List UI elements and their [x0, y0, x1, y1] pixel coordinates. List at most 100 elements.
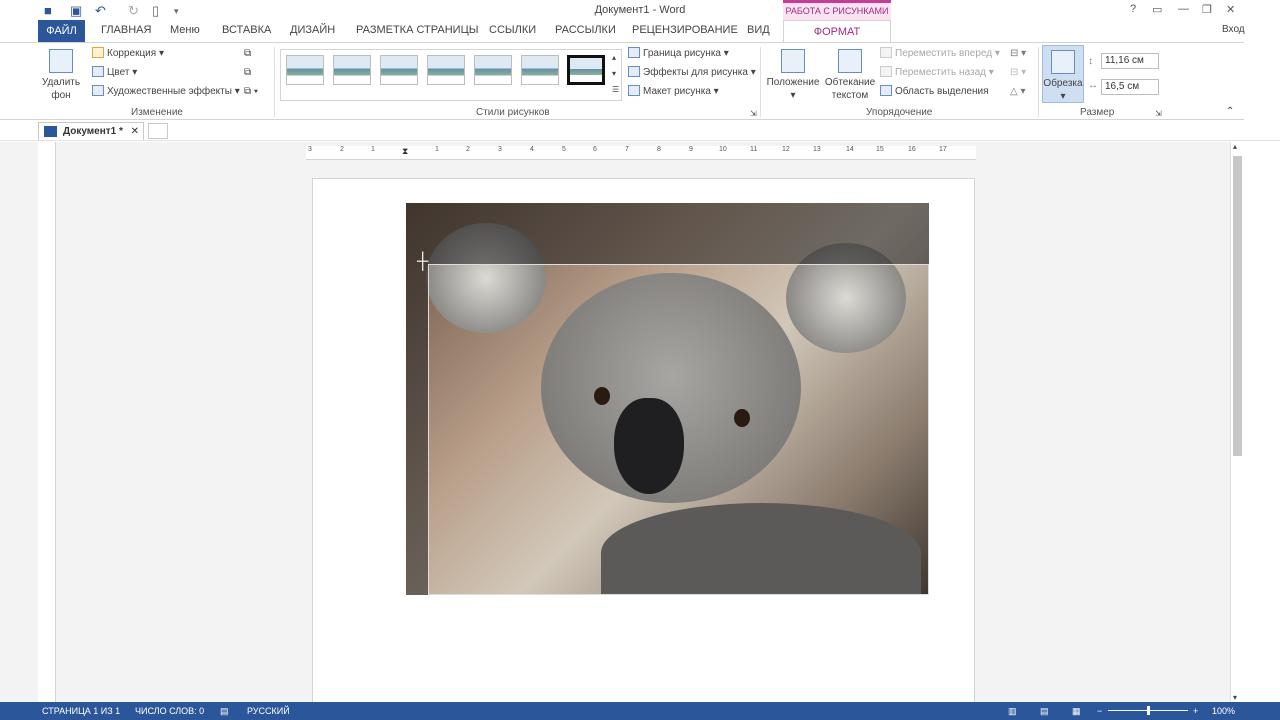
style-thumb[interactable] [286, 55, 324, 85]
tab-review[interactable]: РЕЦЕНЗИРОВАНИЕ [632, 24, 738, 36]
tab-insert[interactable]: ВСТАВКА [222, 24, 271, 36]
dialog-launcher-icon[interactable]: ⇲ [750, 107, 757, 121]
close-icon[interactable]: ✕ [1226, 3, 1235, 16]
tab-mailings[interactable]: РАССЫЛКИ [555, 24, 616, 36]
web-layout-icon[interactable]: ▦ [1072, 702, 1081, 720]
word-doc-icon [44, 126, 57, 137]
vertical-ruler [38, 142, 56, 702]
print-layout-icon[interactable]: ▤ [1040, 702, 1049, 720]
group-label-adjust: Изменение [131, 107, 183, 118]
remove-background-button[interactable]: Удалить фон [40, 49, 82, 102]
group-objects-icon[interactable]: ⊟ ▾ [1010, 66, 1026, 80]
group-divider [1038, 47, 1039, 117]
style-thumb[interactable] [427, 55, 465, 85]
vertical-scrollbar[interactable]: ▴ ▾ [1230, 142, 1244, 702]
tab-file[interactable]: ФАЙЛ [38, 20, 85, 42]
document-title: Документ1 - Word [594, 4, 686, 16]
picture-effects-button[interactable]: Эффекты для рисунка ▾ [628, 66, 756, 80]
rotate-icon[interactable]: △ ▾ [1010, 85, 1026, 99]
tab-page-layout[interactable]: РАЗМЕТКА СТРАНИЦЫ [356, 24, 478, 36]
picture-effects-icon [628, 66, 640, 77]
group-label-size: Размер [1080, 107, 1115, 118]
crop-boundary[interactable] [428, 264, 929, 595]
tab-format[interactable]: ФОРМАТ [783, 20, 891, 43]
artistic-effects-button[interactable]: Художественные эффекты ▾ [92, 85, 240, 99]
signin-link[interactable]: Вход [1222, 24, 1245, 35]
tab-design[interactable]: ДИЗАЙН [290, 24, 335, 36]
document-tabs-bar: Документ1 * ✕ [0, 121, 1280, 141]
picture-layout-button[interactable]: Макет рисунка ▾ [628, 85, 719, 99]
proofing-icon[interactable]: ▤ [220, 702, 229, 720]
scroll-down-icon[interactable]: ▾ [1233, 693, 1237, 702]
width-icon: ↔ [1088, 80, 1098, 91]
height-field[interactable]: 11,16 см [1101, 53, 1159, 69]
crop-handle-icon[interactable]: ┼ [417, 253, 428, 271]
picture-border-button[interactable]: Граница рисунка ▾ [628, 47, 729, 61]
style-thumb[interactable] [380, 55, 418, 85]
crop-region-left [406, 264, 428, 595]
tab-references[interactable]: ССЫЛКИ [489, 24, 536, 36]
gallery-up-icon[interactable]: ▴ [612, 51, 616, 65]
tab-home[interactable]: ГЛАВНАЯ [101, 24, 151, 36]
correction-button[interactable]: Коррекция ▾ [92, 47, 164, 61]
tab-menu[interactable]: Меню [170, 24, 200, 36]
language[interactable]: РУССКИЙ [247, 702, 290, 720]
close-tab-icon[interactable]: ✕ [131, 123, 139, 140]
collapse-ribbon-icon[interactable]: ⌃ [1226, 105, 1234, 119]
width-field[interactable]: 16,5 см [1101, 79, 1159, 95]
change-picture-icon[interactable]: ⧉ [244, 66, 251, 80]
wrap-text-button[interactable]: Обтекание текстом [824, 49, 876, 102]
minimize-icon[interactable]: — [1178, 3, 1189, 15]
zoom-level[interactable]: 100% [1212, 702, 1235, 720]
selection-pane-button[interactable]: Область выделения [880, 85, 989, 99]
style-thumb[interactable] [474, 55, 512, 85]
group-divider [274, 47, 275, 117]
zoom-in-button[interactable]: + [1193, 702, 1198, 720]
title-bar: ■ ▣ ↶ ↻ ▯ ▾ Документ1 - Word ? ▭ — ❐ ✕ [0, 0, 1280, 22]
color-button[interactable]: Цвет ▾ [92, 66, 137, 80]
style-thumb-selected[interactable] [567, 55, 605, 85]
send-backward-button[interactable]: Переместить назад ▾ [880, 66, 994, 80]
position-button[interactable]: Положение ▾ [765, 49, 821, 102]
gallery-more-icon[interactable]: ☰ [612, 83, 619, 97]
wrap-text-icon [838, 49, 862, 73]
crop-button[interactable]: Обрезка ▾ [1042, 45, 1084, 103]
document-tab[interactable]: Документ1 * ✕ [38, 122, 144, 140]
word-count[interactable]: ЧИСЛО СЛОВ: 0 [135, 702, 204, 720]
zoom-slider[interactable] [1108, 706, 1188, 715]
picture-layout-icon [628, 85, 640, 96]
help-button[interactable]: ? [1130, 3, 1136, 15]
read-mode-icon[interactable]: ▥ [1008, 702, 1017, 720]
ribbon-tabs: ГЛАВНАЯ Меню ВСТАВКА ДИЗАЙН РАЗМЕТКА СТР… [0, 20, 1280, 42]
size-dialog-launcher-icon[interactable]: ⇲ [1155, 107, 1162, 121]
horizontal-ruler: 3 2 1 ⧗ 1 2 3 4 5 6 7 8 9 10 11 12 13 14… [306, 146, 976, 160]
selection-pane-icon [880, 85, 892, 96]
new-tab-icon[interactable] [148, 123, 168, 139]
align-icon[interactable]: ⊟ ▾ [1010, 47, 1026, 61]
gallery-down-icon[interactable]: ▾ [612, 67, 616, 81]
style-thumb[interactable] [521, 55, 559, 85]
zoom-out-button[interactable]: − [1097, 702, 1102, 720]
zoom-slider-thumb[interactable] [1147, 706, 1150, 715]
group-label-arrange: Упорядочение [866, 107, 933, 118]
ruler-indent-marker[interactable]: ⧗ [402, 146, 408, 157]
document-page[interactable]: ┼ [312, 178, 975, 718]
scroll-thumb[interactable] [1233, 156, 1242, 456]
scroll-up-icon[interactable]: ▴ [1233, 142, 1237, 151]
reset-picture-icon[interactable]: ⧉ ▾ [244, 85, 258, 99]
position-icon [781, 49, 805, 73]
page-count[interactable]: СТРАНИЦА 1 ИЗ 1 [42, 702, 120, 720]
status-bar: СТРАНИЦА 1 ИЗ 1 ЧИСЛО СЛОВ: 0 ▤ РУССКИЙ … [0, 702, 1280, 720]
compress-pictures-icon[interactable]: ⧉ [244, 47, 251, 61]
remove-background-icon [49, 49, 73, 73]
style-thumb[interactable] [333, 55, 371, 85]
bring-forward-icon [880, 47, 892, 58]
artistic-effects-icon [92, 85, 104, 96]
group-label-styles: Стили рисунков [476, 107, 550, 118]
picture-border-icon [628, 47, 640, 58]
bring-forward-button[interactable]: Переместить вперед ▾ [880, 47, 1000, 61]
tab-view[interactable]: ВИД [747, 24, 770, 36]
maximize-icon[interactable]: ❐ [1202, 3, 1212, 16]
koala-picture[interactable]: ┼ [406, 203, 929, 595]
ribbon-display-icon[interactable]: ▭ [1152, 3, 1162, 16]
